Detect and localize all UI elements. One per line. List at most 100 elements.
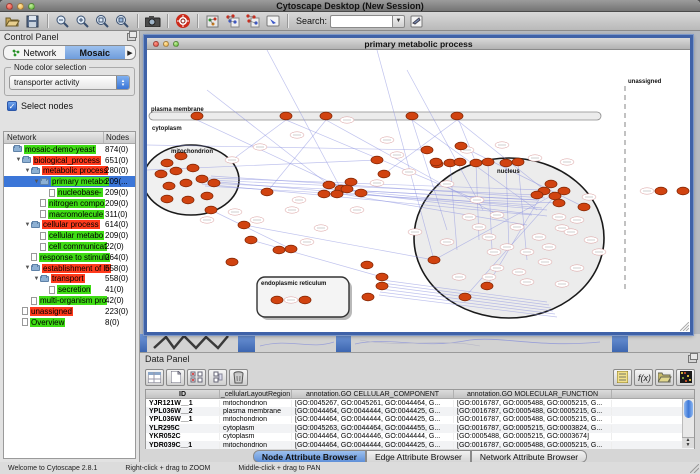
table-row[interactable]: YJR121W__1mitochondrion[GO:0045267, GO:0… <box>146 399 694 407</box>
unselect-attributes-icon[interactable] <box>208 369 227 386</box>
scrollbar-thumb[interactable] <box>684 400 693 418</box>
zoom-in-icon[interactable] <box>74 13 91 29</box>
scrollbar-arrows[interactable]: ▲▼ <box>682 437 694 448</box>
tree-row-label[interactable]: cellular metabo <box>48 231 104 240</box>
tree-row-label[interactable]: metabolic process <box>42 166 108 175</box>
tree-row[interactable]: cell communicat22(0) <box>4 241 135 252</box>
tree-row-label[interactable]: unassigned <box>30 307 73 316</box>
tree-row-label[interactable]: biological_process <box>33 156 101 165</box>
network-view-titlebar[interactable]: primary metabolic process <box>147 38 690 50</box>
tab-overflow-arrow-icon[interactable]: ▶ <box>125 49 135 57</box>
expand-arrow-icon[interactable]: ▼ <box>24 168 31 174</box>
tree-row[interactable]: multi-organism pro42(0) <box>4 295 135 306</box>
new-attribute-icon[interactable] <box>166 369 185 386</box>
network-view-window[interactable]: primary metabolic process plasma membran… <box>144 35 693 335</box>
tree-row[interactable]: ▼transport558(0) <box>4 274 135 285</box>
tree-row[interactable]: secretion41(0) <box>4 284 135 295</box>
network-node <box>455 142 467 150</box>
zoom-out-icon[interactable] <box>54 13 71 29</box>
destroy-network-icon[interactable] <box>244 13 261 29</box>
tree-row-label[interactable]: nucleobase- <box>57 188 103 197</box>
select-nodes-checkbox[interactable]: ✓ <box>7 101 17 111</box>
node-color-dropdown[interactable]: transporter activity ▴▾ <box>9 75 130 90</box>
tree-row[interactable]: response to stimulu264(0) <box>4 252 135 263</box>
select-attributes-icon[interactable] <box>187 369 206 386</box>
edge <box>244 225 434 260</box>
table-cell: YPL036W__2 <box>146 408 220 415</box>
tree-column-nodes[interactable]: Nodes <box>104 132 135 143</box>
attribute-list-icon[interactable] <box>613 369 632 386</box>
expand-arrow-icon[interactable]: ▼ <box>24 265 31 271</box>
title-bar[interactable]: Cytoscape Desktop (New Session) <box>0 0 700 12</box>
expand-arrow-icon[interactable]: ▼ <box>33 179 40 185</box>
tree-row-label[interactable]: primary metabo <box>51 177 109 186</box>
table-row[interactable]: YKR052Ccytoplasm[GO:0044464, GO:0044446,… <box>146 433 694 441</box>
select-all-attributes-icon[interactable] <box>145 369 164 386</box>
column-header[interactable]: annotation.GO CELLULAR_COMPONENT <box>292 390 454 398</box>
snapshot-camera-icon[interactable] <box>144 13 161 29</box>
tree-row[interactable]: ▼cellular process614(0) <box>4 220 135 231</box>
network-node <box>191 112 203 120</box>
table-row[interactable]: YPL036W__2plasma membrane[GO:0044464, GO… <box>146 407 694 415</box>
tree-row-label[interactable]: cellular process <box>42 220 100 229</box>
expand-arrow-icon[interactable]: ▼ <box>33 276 40 282</box>
tree-row-label[interactable]: multi-organism pro <box>39 296 107 305</box>
tree-row[interactable]: ▼primary metabo209(... <box>4 176 135 187</box>
column-header[interactable]: annotation.GO MOLECULAR_FUNCTION <box>454 390 612 398</box>
zoom-fit-icon[interactable] <box>94 13 111 29</box>
search-input[interactable] <box>330 15 392 28</box>
network-node <box>163 182 175 190</box>
help-lifesaver-icon[interactable] <box>174 13 191 29</box>
float-panel-icon[interactable] <box>127 33 136 41</box>
tree-row-label[interactable]: transport <box>51 274 85 283</box>
table-row[interactable]: YLR295Ccytoplasm[GO:0045263, GO:0044464,… <box>146 424 694 432</box>
tree-row-label[interactable]: macromolecule <box>48 210 104 219</box>
tree-row[interactable]: ▼establishment of lo558(0) <box>4 263 135 274</box>
network-graph[interactable]: plasma membranecytoplasmmitochondrionnuc… <box>147 50 690 332</box>
tree-row[interactable]: unassigned223(0) <box>4 306 135 317</box>
tree-row-label[interactable]: nitrogen compo <box>48 199 105 208</box>
float-panel-icon[interactable] <box>688 355 697 363</box>
tree-row[interactable]: Overview8(0) <box>4 317 135 328</box>
edit-network-icon[interactable] <box>264 13 281 29</box>
expand-arrow-icon[interactable]: ▼ <box>24 222 31 228</box>
table-row[interactable]: YPL036W__1mitochondrion[GO:0044464, GO:0… <box>146 416 694 424</box>
tree-row[interactable]: macromolecule311(0) <box>4 209 135 220</box>
tree-row[interactable]: ▼metabolic process280(0) <box>4 166 135 177</box>
tree-row-label[interactable]: Overview <box>30 318 65 327</box>
save-session-icon[interactable] <box>24 13 41 29</box>
column-header[interactable]: ID <box>146 390 220 398</box>
network-canvas[interactable]: plasma membranecytoplasmmitochondrionnuc… <box>147 50 690 332</box>
destroy-view-icon[interactable] <box>224 13 241 29</box>
expand-arrow-icon[interactable]: ▼ <box>15 157 22 163</box>
column-header[interactable]: _cellularLayoutRegion <box>220 390 292 398</box>
table-row[interactable]: YDR039C__1mitochondrion[GO:0044464, GO:0… <box>146 441 694 449</box>
view-resize-grip[interactable] <box>680 322 689 331</box>
tree-column-network[interactable]: Network <box>4 132 104 143</box>
tree-row[interactable]: cellular metabo209(0) <box>4 230 135 241</box>
tab-network[interactable]: Network <box>4 46 65 59</box>
tree-row-label[interactable]: establishment of lo <box>42 264 111 273</box>
search-options-icon[interactable] <box>408 13 425 29</box>
tree-row-label[interactable]: secretion <box>57 285 91 294</box>
tree-row-label[interactable]: mosaic-demo-yeast <box>24 145 96 154</box>
formula-icon[interactable]: f(x) <box>634 369 653 386</box>
zoom-selected-icon[interactable] <box>114 13 131 29</box>
open-session-icon[interactable] <box>4 13 21 29</box>
delete-attribute-icon[interactable] <box>229 369 248 386</box>
network-node <box>362 293 374 301</box>
tab-mosaic[interactable]: Mosaic <box>65 46 126 59</box>
tree-row-label[interactable]: cell communicat <box>48 242 107 251</box>
search-dropdown-arrow-icon[interactable]: ▼ <box>392 15 405 28</box>
matrix-icon[interactable] <box>676 369 695 386</box>
tree-row[interactable]: mosaic-demo-yeast874(0) <box>4 144 135 155</box>
tree-row[interactable]: nitrogen compo209(0) <box>4 198 135 209</box>
network-node <box>205 206 217 214</box>
import-attributes-icon[interactable] <box>655 369 674 386</box>
tree-row-label[interactable]: response to stimulu <box>39 253 110 262</box>
tree-row[interactable]: nucleobase-209(0) <box>4 187 135 198</box>
tree-row[interactable]: ▼biological_process651(0) <box>4 155 135 166</box>
window-resize-grip[interactable] <box>690 464 699 473</box>
tree-row-node-count: 264(0) <box>105 253 128 262</box>
create-view-icon[interactable] <box>204 13 221 29</box>
